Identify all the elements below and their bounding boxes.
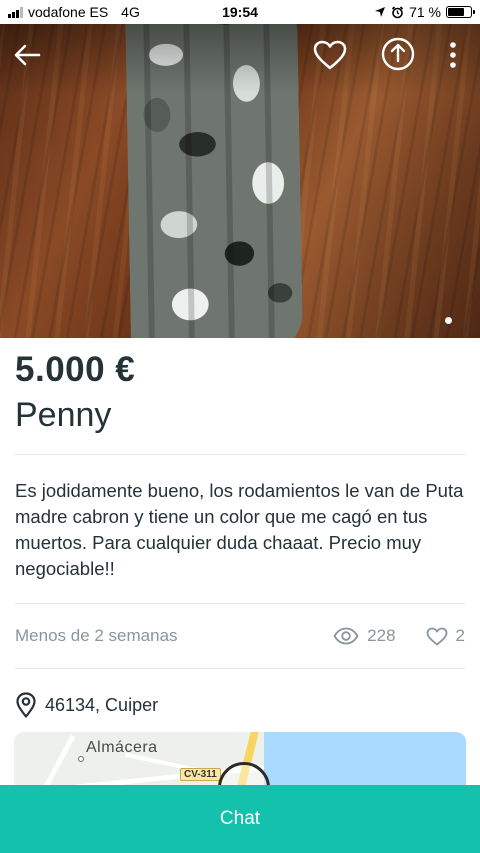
- divider: [15, 668, 465, 669]
- alarm-icon: [392, 5, 404, 18]
- share-icon: [381, 37, 415, 71]
- favorite-button[interactable]: [313, 38, 347, 72]
- divider: [15, 603, 465, 604]
- divider: [15, 454, 465, 455]
- map-town-dot: [78, 756, 84, 762]
- battery-percent: 71 %: [409, 4, 441, 20]
- share-button[interactable]: [379, 34, 417, 74]
- heart-outline-icon: [426, 627, 447, 645]
- map-road-label: CV-311: [180, 768, 221, 781]
- arrow-left-icon: [14, 44, 41, 66]
- map-place-label: Almácera: [86, 739, 158, 756]
- listing-meta: Menos de 2 semanas 228 2: [15, 624, 465, 648]
- product-image[interactable]: [0, 24, 480, 338]
- likes-count: 2: [455, 626, 465, 645]
- more-vertical-icon: [450, 42, 456, 68]
- location-row: 46134, Cuiper: [15, 692, 158, 718]
- location-pin-icon: [16, 692, 36, 718]
- location-arrow-icon: [375, 7, 386, 17]
- listing-title: Penny: [15, 396, 112, 434]
- listing-description: Es jodidamente bueno, los rodamientos le…: [15, 480, 464, 579]
- location-text: 46134, Cuiper: [45, 694, 159, 715]
- likes-stat: 2: [426, 626, 465, 646]
- listing-price: 5.000 €: [15, 350, 136, 389]
- carousel-indicator: [445, 317, 452, 324]
- status-left: vodafone ES 4G: [8, 4, 140, 20]
- views-stat: 228: [333, 626, 396, 646]
- signal-strength-icon: [8, 6, 23, 18]
- more-options-button[interactable]: [436, 38, 470, 72]
- chat-button[interactable]: Chat: [0, 785, 480, 853]
- back-button[interactable]: [10, 38, 44, 72]
- chat-label: Chat: [219, 808, 261, 829]
- status-right: 71 %: [374, 4, 475, 20]
- posted-date: Menos de 2 semanas: [15, 626, 178, 645]
- network-type: 4G: [121, 4, 140, 20]
- views-count: 228: [367, 626, 396, 645]
- status-bar: vodafone ES 4G 19:54 71 %: [0, 0, 480, 24]
- battery-icon: [446, 6, 475, 18]
- carrier-name: vodafone ES: [28, 4, 109, 20]
- eye-icon: [333, 627, 359, 645]
- heart-icon: [313, 40, 347, 70]
